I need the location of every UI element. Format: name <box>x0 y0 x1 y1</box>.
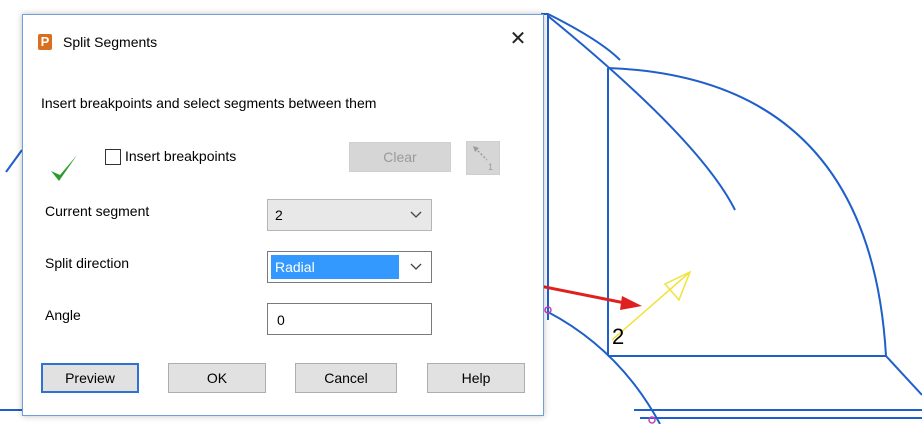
help-button[interactable]: Help <box>427 363 525 393</box>
dialog-titlebar[interactable]: P Split Segments ✕ <box>23 15 543 67</box>
viewport-segment-number: 2 <box>612 324 624 349</box>
viewport-outer-arc <box>547 15 736 211</box>
ok-button[interactable]: OK <box>168 363 266 393</box>
current-segment-label: Current segment <box>45 203 150 219</box>
current-segment-select[interactable]: 2 <box>267 199 432 231</box>
viewport-quarter-arc <box>607 67 887 357</box>
angle-value: 0 <box>277 312 285 328</box>
app-logo-icon: P <box>38 34 52 50</box>
angle-label: Angle <box>45 307 81 323</box>
viewport-lower-arc <box>547 311 661 424</box>
viewport-left-fragment <box>5 149 23 173</box>
clear-button[interactable]: Clear <box>349 142 451 172</box>
pick-segment-icon: 1 <box>473 146 493 172</box>
chevron-down-icon <box>410 211 422 218</box>
viewport-right-edge <box>885 355 922 396</box>
chevron-down-icon <box>410 263 422 270</box>
close-icon[interactable]: ✕ <box>507 27 529 51</box>
insert-breakpoints-checkbox[interactable] <box>105 149 121 165</box>
instruction-text: Insert breakpoints and select segments b… <box>41 95 377 111</box>
current-segment-value: 2 <box>275 207 283 223</box>
cancel-button[interactable]: Cancel <box>295 363 397 393</box>
angle-input[interactable]: 0 <box>267 303 432 335</box>
accept-check-icon[interactable] <box>49 151 79 185</box>
preview-button[interactable]: Preview <box>41 363 139 393</box>
split-segments-dialog: P Split Segments ✕ Insert breakpoints an… <box>22 14 544 416</box>
split-direction-select[interactable]: Radial <box>267 251 432 283</box>
split-direction-label: Split direction <box>45 255 130 271</box>
svg-text:1: 1 <box>488 162 493 172</box>
dialog-title: Split Segments <box>63 34 158 50</box>
pick-segment-button[interactable]: 1 <box>466 141 500 175</box>
split-direction-value: Radial <box>271 255 399 279</box>
insert-breakpoints-label[interactable]: Insert breakpoints <box>125 148 236 164</box>
